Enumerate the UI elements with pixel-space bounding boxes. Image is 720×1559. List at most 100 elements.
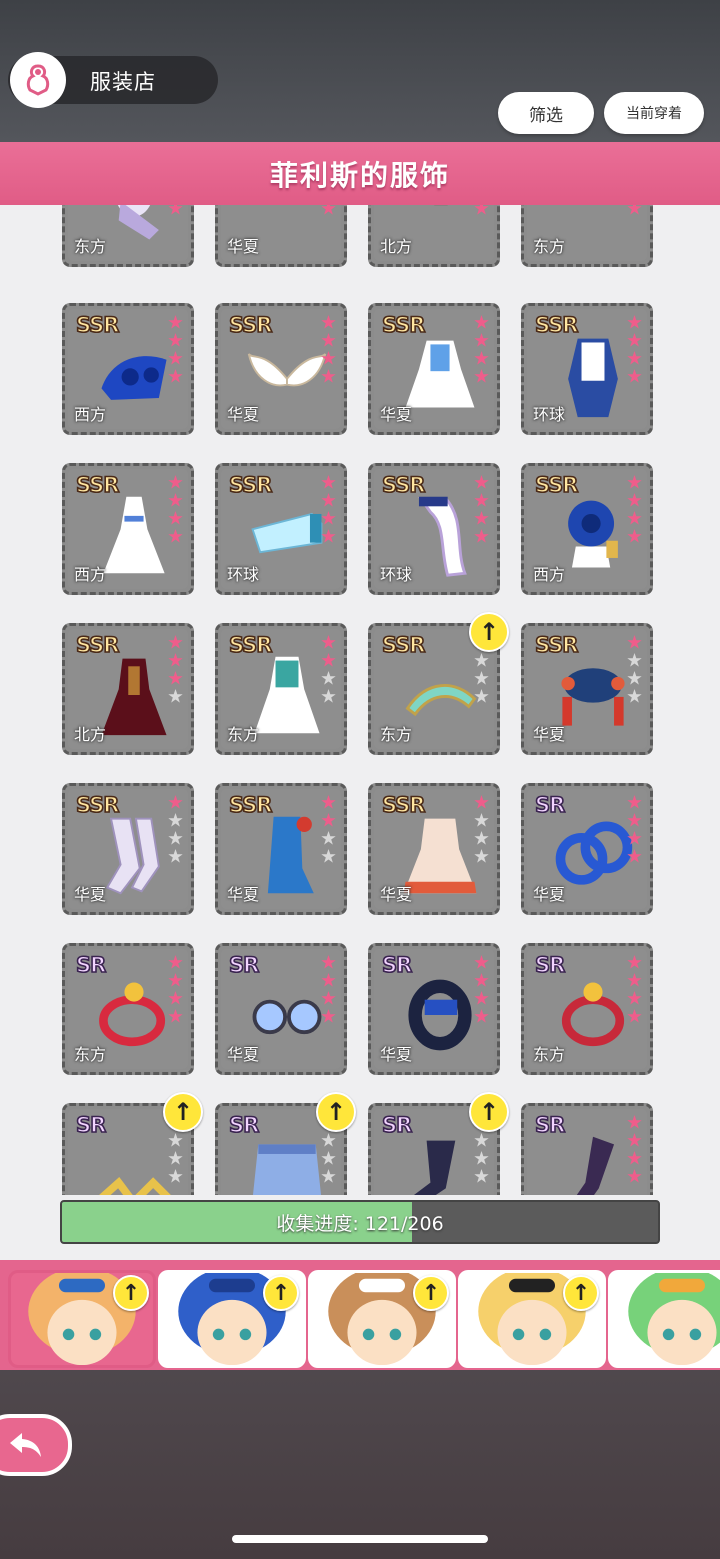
region-label: 环球 — [227, 565, 260, 584]
star-icon — [474, 1151, 489, 1165]
star-icon — [168, 351, 183, 365]
star-rating — [627, 795, 643, 864]
star-rating — [627, 635, 643, 704]
outfit-item-card[interactable]: SR 华夏 — [521, 783, 653, 915]
star-icon — [168, 991, 183, 1005]
star-icon — [168, 475, 183, 489]
star-icon — [168, 529, 183, 543]
outfit-item-card[interactable]: SSR 东方 — [215, 623, 347, 755]
star-icon — [474, 351, 489, 365]
star-icon — [321, 955, 336, 969]
rarity-label: SSR — [534, 312, 579, 338]
outfit-item-card[interactable]: SR 华夏 — [368, 943, 500, 1075]
star-icon — [627, 671, 642, 685]
region-label: 东方 — [380, 725, 413, 744]
item-card-inner: SSR 环球 — [374, 469, 494, 589]
outfit-item-card[interactable]: SR 华夏 — [215, 943, 347, 1075]
region-label: 西方 — [74, 565, 107, 584]
upgrade-arrow-icon[interactable]: ↑ — [263, 1275, 299, 1311]
star-rating — [321, 205, 337, 216]
outfit-item-card[interactable]: SR — [521, 1103, 653, 1195]
character-blue-hair-catgirl[interactable]: ↑ — [158, 1270, 306, 1368]
region-label: 华夏 — [227, 237, 260, 256]
outfit-item-card[interactable]: SSR 华夏 — [62, 783, 194, 915]
character-green-hair-girl[interactable] — [608, 1270, 720, 1368]
star-icon — [474, 991, 489, 1005]
outfit-item-card[interactable]: 东方 — [521, 205, 653, 267]
upgrade-arrow-icon[interactable]: ↑ — [413, 1275, 449, 1311]
outfit-item-card[interactable]: SSR 华夏 — [215, 303, 347, 435]
outfit-item-card[interactable]: SR ↑ — [62, 1092, 203, 1195]
outfit-item-card[interactable]: SSR 环球 — [521, 303, 653, 435]
outfit-item-card[interactable]: SSR 环球 — [368, 463, 500, 595]
outfit-item-card[interactable]: SSR 华夏 — [368, 783, 500, 915]
star-icon — [168, 1151, 183, 1165]
star-icon — [321, 653, 336, 667]
hairclips-gold-icon — [99, 1177, 171, 1195]
back-button[interactable] — [0, 1414, 72, 1476]
outfit-item-card[interactable]: SSR 华夏 — [215, 783, 347, 915]
star-icon — [474, 205, 489, 215]
home-indicator[interactable] — [232, 1535, 488, 1543]
outfit-item-card[interactable]: SSR 华夏 — [368, 303, 500, 435]
outfit-item-card[interactable]: SR 东方 — [521, 943, 653, 1075]
filter-button[interactable]: 筛选 — [498, 92, 594, 134]
region-label: 华夏 — [227, 1045, 260, 1064]
outfit-item-card[interactable]: SR 东方 — [62, 943, 194, 1075]
rarity-label: SR — [228, 952, 260, 978]
star-icon — [474, 849, 489, 863]
rarity-label: SSR — [228, 312, 273, 338]
star-icon — [168, 511, 183, 525]
star-icon — [168, 955, 183, 969]
star-icon — [321, 635, 336, 649]
outfit-item-card[interactable]: SSR 西方 — [62, 463, 194, 595]
rarity-label: SSR — [381, 472, 426, 498]
star-icon — [627, 529, 642, 543]
star-icon — [321, 849, 336, 863]
rarity-label: SR — [75, 952, 107, 978]
outfit-item-card[interactable]: SSR 西方 — [521, 463, 653, 595]
outfit-item-card[interactable]: 北方 — [368, 205, 500, 267]
outfit-item-card[interactable]: 华夏 — [215, 205, 347, 267]
region-label: 东方 — [227, 725, 260, 744]
outfit-item-card[interactable]: SR ↑ — [215, 1092, 356, 1195]
outfit-item-card[interactable]: 东方 — [62, 205, 194, 267]
outfit-item-card[interactable]: SSR 华夏 — [521, 623, 653, 755]
character-orange-hair-girl[interactable]: ↑ — [8, 1270, 156, 1368]
star-icon — [321, 1133, 336, 1147]
region-label: 西方 — [74, 405, 107, 424]
star-icon — [627, 369, 642, 383]
star-icon — [321, 813, 336, 827]
star-rating — [168, 315, 184, 384]
upgrade-arrow-icon[interactable]: ↑ — [316, 1092, 356, 1132]
stocking-dark-icon — [576, 1136, 615, 1195]
character-blonde-cap-girl[interactable]: ↑ — [458, 1270, 606, 1368]
upgrade-arrow-icon[interactable]: ↑ — [563, 1275, 599, 1311]
star-icon — [321, 671, 336, 685]
outfit-item-card[interactable]: SSR 东方 ↑ — [368, 612, 509, 755]
outfit-item-card[interactable]: SR ↑ — [368, 1092, 509, 1195]
rarity-label: SSR — [381, 312, 426, 338]
outfit-item-card[interactable]: SSR 环球 — [215, 463, 347, 595]
star-rating — [627, 1115, 643, 1184]
item-card-inner: SR — [527, 1109, 647, 1195]
character-brown-hair-girl[interactable]: ↑ — [308, 1270, 456, 1368]
rarity-label: SSR — [534, 632, 579, 658]
rarity-label: SSR — [228, 792, 273, 818]
item-grid[interactable]: 东方 华夏 北方 东方 SSR 西方 SSR 华夏 SSR 华夏 SSR 环球 SSR 西方 SSR 环球 SS… — [0, 205, 720, 1195]
star-icon — [627, 653, 642, 667]
outfit-item-card[interactable]: SSR 北方 — [62, 623, 194, 755]
star-icon — [627, 955, 642, 969]
star-icon — [627, 831, 642, 845]
upgrade-arrow-icon[interactable]: ↑ — [113, 1275, 149, 1311]
shop-logo-icon — [10, 52, 66, 108]
region-label: 华夏 — [380, 405, 413, 424]
upgrade-arrow-icon[interactable]: ↑ — [469, 612, 509, 652]
star-icon — [474, 529, 489, 543]
star-icon — [321, 351, 336, 365]
outfit-item-card[interactable]: SSR 西方 — [62, 303, 194, 435]
current-outfit-button[interactable]: 当前穿着 — [604, 92, 704, 134]
upgrade-arrow-icon[interactable]: ↑ — [469, 1092, 509, 1132]
upgrade-arrow-icon[interactable]: ↑ — [163, 1092, 203, 1132]
item-card-inner: SSR 华夏 — [527, 629, 647, 749]
